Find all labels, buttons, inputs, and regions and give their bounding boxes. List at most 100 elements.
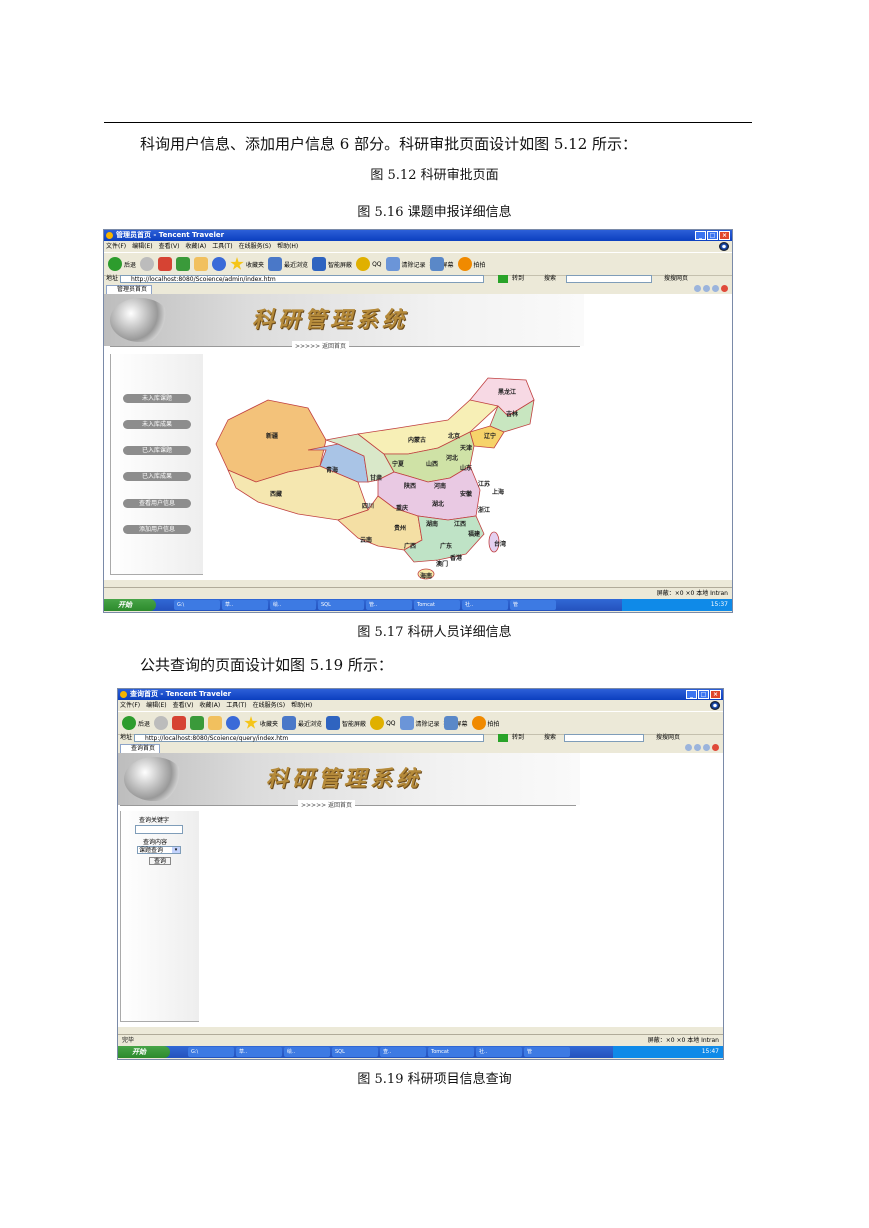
- query-button[interactable]: 查询: [149, 857, 171, 865]
- star-icon: [230, 257, 244, 270]
- china-map[interactable]: 黑龙江 吉林 辽宁 内蒙古 北京 天津 新疆 青海 甘肃 宁夏 山西 河北 山东…: [208, 370, 538, 584]
- block-icon: [312, 257, 327, 271]
- menu-file[interactable]: 文件(F): [106, 241, 126, 252]
- task-item[interactable]: 管: [524, 1047, 570, 1057]
- tab-nav-icon[interactable]: [685, 744, 692, 751]
- menu-favorites[interactable]: 收藏(A): [185, 241, 206, 252]
- menu-online[interactable]: 在线服务(S): [253, 700, 286, 711]
- stop-button[interactable]: [172, 716, 187, 730]
- capture-button[interactable]: 捕捉屏幕: [443, 716, 468, 730]
- task-item[interactable]: Tomcat: [428, 1047, 474, 1057]
- tab-nav-icon[interactable]: [694, 285, 701, 292]
- paipai-button[interactable]: 拍拍: [457, 257, 486, 271]
- map-label: 上海: [492, 488, 504, 496]
- minimize-button[interactable]: _: [686, 690, 697, 699]
- capture-button[interactable]: 捕捉屏幕: [429, 257, 454, 271]
- menu-file[interactable]: 文件(F): [120, 700, 140, 711]
- start-button[interactable]: 开始: [104, 599, 156, 611]
- qq-button[interactable]: QQ: [370, 716, 396, 730]
- task-item[interactable]: G:\: [174, 600, 220, 610]
- tab-nav-icon[interactable]: [703, 744, 710, 751]
- tab-nav-icon[interactable]: [712, 285, 719, 292]
- minimize-button[interactable]: _: [695, 231, 706, 240]
- keyword-input[interactable]: [135, 825, 183, 834]
- star-icon: [244, 716, 258, 729]
- task-item[interactable]: 管..: [366, 600, 412, 610]
- favorites-button[interactable]: 收藏夹: [244, 716, 278, 730]
- back-home-link[interactable]: >>>>> 返回首页: [292, 341, 350, 350]
- maximize-button[interactable]: □: [698, 690, 709, 699]
- clear-history-button[interactable]: 清除记录: [385, 257, 426, 271]
- close-button[interactable]: ×: [719, 231, 730, 240]
- task-item[interactable]: 绘..: [270, 600, 316, 610]
- history-button[interactable]: [212, 257, 227, 271]
- menu-online[interactable]: 在线服务(S): [239, 241, 272, 252]
- task-item[interactable]: 草..: [222, 600, 268, 610]
- window-titlebar: 管理员首页 - Tencent Traveler _ □ ×: [104, 230, 732, 241]
- content-select[interactable]: 课题查询 ▾: [137, 846, 181, 854]
- clear-history-button[interactable]: 清除记录: [399, 716, 440, 730]
- tab-nav-icon[interactable]: [694, 744, 701, 751]
- recent-button[interactable]: 最近浏览: [282, 716, 322, 730]
- sidebar-unstored-topics[interactable]: 未入库课题: [123, 394, 191, 403]
- forward-button[interactable]: [140, 257, 155, 271]
- task-item[interactable]: 社..: [476, 1047, 522, 1057]
- task-item[interactable]: 草..: [236, 1047, 282, 1057]
- search-web-button[interactable]: 搜搜网页: [656, 733, 680, 743]
- menu-tools[interactable]: 工具(T): [212, 241, 232, 252]
- back-button[interactable]: 后退: [122, 716, 150, 730]
- sidebar-stored-topics[interactable]: 已入库课题: [123, 446, 191, 455]
- stop-button[interactable]: [158, 257, 173, 271]
- go-button[interactable]: 转到: [512, 274, 524, 284]
- smart-block-button[interactable]: 智能屏蔽: [312, 257, 352, 271]
- task-item[interactable]: G:\: [188, 1047, 234, 1057]
- forward-button[interactable]: [154, 716, 169, 730]
- task-item[interactable]: SQL: [332, 1047, 378, 1057]
- task-item[interactable]: Tomcat: [414, 600, 460, 610]
- stop-icon: [158, 257, 173, 271]
- task-item[interactable]: 查..: [380, 1047, 426, 1057]
- sidebar-add-user[interactable]: 添加用户信息: [123, 525, 191, 534]
- paipai-button[interactable]: 拍拍: [471, 716, 500, 730]
- back-home-link[interactable]: >>>>> 返回首页: [298, 800, 356, 809]
- go-button[interactable]: 转到: [512, 733, 524, 743]
- task-item[interactable]: 社..: [462, 600, 508, 610]
- search-input[interactable]: [566, 275, 652, 283]
- home-button[interactable]: [194, 257, 209, 271]
- maximize-button[interactable]: □: [707, 231, 718, 240]
- task-item[interactable]: SQL: [318, 600, 364, 610]
- task-item[interactable]: 管: [510, 600, 556, 610]
- smart-label: 智能屏蔽: [342, 720, 367, 728]
- search-input[interactable]: [564, 734, 644, 742]
- back-arrow-icon: [122, 716, 136, 730]
- back-button[interactable]: 后退: [108, 257, 136, 271]
- menu-view[interactable]: 查看(V): [173, 700, 194, 711]
- sidebar-view-users[interactable]: 查看用户信息: [123, 499, 191, 508]
- smart-block-button[interactable]: 智能屏蔽: [326, 716, 366, 730]
- address-input[interactable]: http://localhost:8080/Scoience/admin/ind…: [120, 275, 484, 283]
- menu-help[interactable]: 帮助(H): [291, 700, 312, 711]
- menu-edit[interactable]: 编辑(E): [132, 241, 152, 252]
- menu-edit[interactable]: 编辑(E): [146, 700, 166, 711]
- history-button[interactable]: [226, 716, 241, 730]
- start-button[interactable]: 开始: [118, 1046, 170, 1058]
- home-button[interactable]: [208, 716, 223, 730]
- recent-button[interactable]: 最近浏览: [268, 257, 308, 271]
- menu-tools[interactable]: 工具(T): [226, 700, 246, 711]
- refresh-button[interactable]: [176, 257, 191, 271]
- search-web-button[interactable]: 搜搜网页: [664, 274, 688, 284]
- tab-close-icon[interactable]: [721, 285, 728, 292]
- favorites-button[interactable]: 收藏夹: [230, 257, 264, 271]
- menu-help[interactable]: 帮助(H): [277, 241, 298, 252]
- menu-view[interactable]: 查看(V): [159, 241, 180, 252]
- task-item[interactable]: 绘..: [284, 1047, 330, 1057]
- qq-button[interactable]: QQ: [356, 257, 382, 271]
- close-button[interactable]: ×: [710, 690, 721, 699]
- sidebar-unstored-results[interactable]: 未入库成果: [123, 420, 191, 429]
- sidebar-stored-results[interactable]: 已入库成果: [123, 472, 191, 481]
- tab-nav-icon[interactable]: [703, 285, 710, 292]
- menu-favorites[interactable]: 收藏(A): [199, 700, 220, 711]
- refresh-button[interactable]: [190, 716, 205, 730]
- tab-close-icon[interactable]: [712, 744, 719, 751]
- address-input[interactable]: http://localhost:8080/Scoience/query/ind…: [134, 734, 484, 742]
